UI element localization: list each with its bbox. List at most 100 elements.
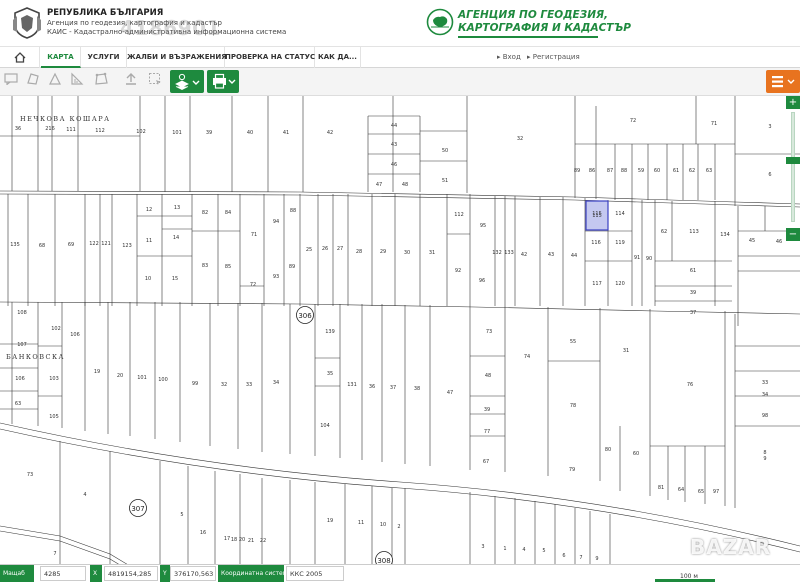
- plot-label: 19: [327, 518, 333, 524]
- cadastral-map[interactable]: 36 216 111 112 102 101 39 40 41 42 44 43 46 47 48 50 51 3…: [0, 96, 800, 582]
- polygon-select-icon[interactable]: [90, 72, 112, 90]
- login-link[interactable]: ▸ Вход: [497, 47, 521, 68]
- comment-icon[interactable]: [2, 72, 20, 90]
- plot-label: 4: [83, 492, 86, 498]
- plot-label: 48: [402, 182, 408, 188]
- plot-label: 11: [146, 238, 152, 244]
- plot-label: 15: [172, 276, 178, 282]
- plot-label: 89: [289, 264, 295, 270]
- plot-label: 12: [146, 207, 152, 213]
- upload-icon[interactable]: [122, 72, 140, 90]
- plot-label: 112: [454, 212, 464, 218]
- plot-label: 72: [250, 282, 256, 288]
- plot-label: 37: [390, 385, 396, 391]
- plot-label: 133: [504, 250, 514, 256]
- layers-icon: [772, 76, 795, 88]
- plot-label: 121: [101, 241, 111, 247]
- zoom-slider-thumb[interactable]: [786, 157, 800, 164]
- selected-plot-label: 115: [592, 213, 602, 219]
- plot-label: 22: [260, 538, 266, 544]
- plot-label: 89: [574, 168, 580, 174]
- print-button[interactable]: [207, 70, 239, 93]
- plot-label: 27: [337, 246, 343, 252]
- plot-label: 19: [94, 369, 100, 375]
- plot-label: 20: [117, 373, 123, 379]
- plot-label: 40: [247, 130, 253, 136]
- register-link[interactable]: ▸ Регистрация: [527, 47, 580, 68]
- scale-input[interactable]: 4285: [40, 566, 86, 581]
- plot-label: 107: [17, 342, 27, 348]
- zoom-out-button[interactable]: −: [786, 228, 800, 241]
- plot-label: 32: [221, 382, 227, 388]
- plot-label: 90: [646, 256, 652, 262]
- plot-label: 31: [623, 348, 629, 354]
- plot-label: 134: [720, 232, 730, 238]
- plot-label: 14: [173, 235, 179, 241]
- plot-label: 6: [562, 553, 565, 559]
- tab-how-to[interactable]: КАК ДА...: [315, 47, 361, 68]
- plot-label: 135: [10, 242, 20, 248]
- plot-label: 123: [122, 243, 132, 249]
- plot-label: 132: [492, 250, 502, 256]
- plot-label: 43: [391, 142, 397, 148]
- plot-label: 68: [39, 243, 45, 249]
- plot-label: 7: [53, 551, 56, 557]
- plot-label: 96: [479, 278, 485, 284]
- plot-label: 108: [17, 310, 27, 316]
- road-number: 306: [298, 312, 312, 320]
- plot-label: 9: [595, 556, 598, 562]
- main-nav: КАРТА УСЛУГИ ЖАЛБИ И ВЪЗРАЖЕНИЯ ПРОВЕРКА…: [0, 46, 800, 68]
- plot-label: 7: [579, 555, 582, 561]
- plot-label: 95: [480, 223, 486, 229]
- plot-label: 31: [429, 250, 435, 256]
- plot-label: 60: [633, 451, 639, 457]
- plot-label: 43: [548, 252, 554, 258]
- tab-status-check[interactable]: ПРОВЕРКА НА СТАТУС: [225, 47, 315, 68]
- cadastral-map-canvas[interactable]: 36 216 111 112 102 101 39 40 41 4244434647 4850513…: [0, 96, 800, 582]
- select-icon[interactable]: [146, 72, 164, 90]
- plot-label: 34: [273, 380, 279, 386]
- plot-label: 87: [607, 168, 613, 174]
- plot-label: 38: [414, 386, 420, 392]
- plot-label: 35: [327, 371, 333, 377]
- plot-label: 3: [481, 544, 484, 550]
- tab-complaints[interactable]: ЖАЛБИ И ВЪЗРАЖЕНИЯ: [127, 47, 227, 68]
- crs-label: Координатна система: [218, 565, 291, 582]
- info-layers-button[interactable]: [170, 70, 204, 93]
- plot-label: 36: [369, 384, 375, 390]
- plot-label: 77: [484, 429, 490, 435]
- triangle-icon[interactable]: [46, 72, 64, 90]
- plot-label: 69: [68, 242, 74, 248]
- layers-button[interactable]: [766, 70, 800, 93]
- coat-of-arms-icon: [13, 7, 41, 39]
- plot-label: 73: [486, 329, 492, 335]
- locality-label: НЕЧКОВА КОШАРА: [20, 115, 111, 123]
- ruler-icon[interactable]: [68, 72, 86, 90]
- parcel-boundaries: [0, 96, 800, 582]
- plot-label: 88: [621, 168, 627, 174]
- plot-label: 65: [698, 489, 704, 495]
- polygon-icon[interactable]: [24, 72, 42, 90]
- plot-label: 119: [615, 240, 625, 246]
- tab-map[interactable]: КАРТА: [41, 47, 81, 68]
- zoom-in-button[interactable]: +: [786, 96, 800, 109]
- plot-label: 2: [397, 524, 400, 530]
- agency-name-line-1: АГЕНЦИЯ ПО ГЕОДЕЗИЯ,: [458, 9, 609, 21]
- plot-label: 25: [306, 247, 312, 253]
- plot-label: 74: [524, 354, 530, 360]
- plot-label: 39: [690, 290, 696, 296]
- plot-label: 71: [251, 232, 257, 238]
- home-button[interactable]: [0, 47, 40, 68]
- zoom-slider[interactable]: [786, 112, 800, 222]
- plot-label: 3: [768, 124, 771, 130]
- plot-label: 72: [630, 118, 636, 124]
- road-number: 307: [131, 505, 144, 513]
- plot-label: 62: [661, 229, 667, 235]
- plot-label: 47: [447, 390, 453, 396]
- crs-select[interactable]: ККС 2005: [286, 566, 344, 581]
- y-label: Y: [160, 565, 170, 582]
- plot-label: 61: [690, 268, 696, 274]
- tab-services[interactable]: УСЛУГИ: [81, 47, 127, 68]
- plot-label: 11: [358, 520, 364, 526]
- bazar-watermark: BAZAR: [690, 535, 772, 559]
